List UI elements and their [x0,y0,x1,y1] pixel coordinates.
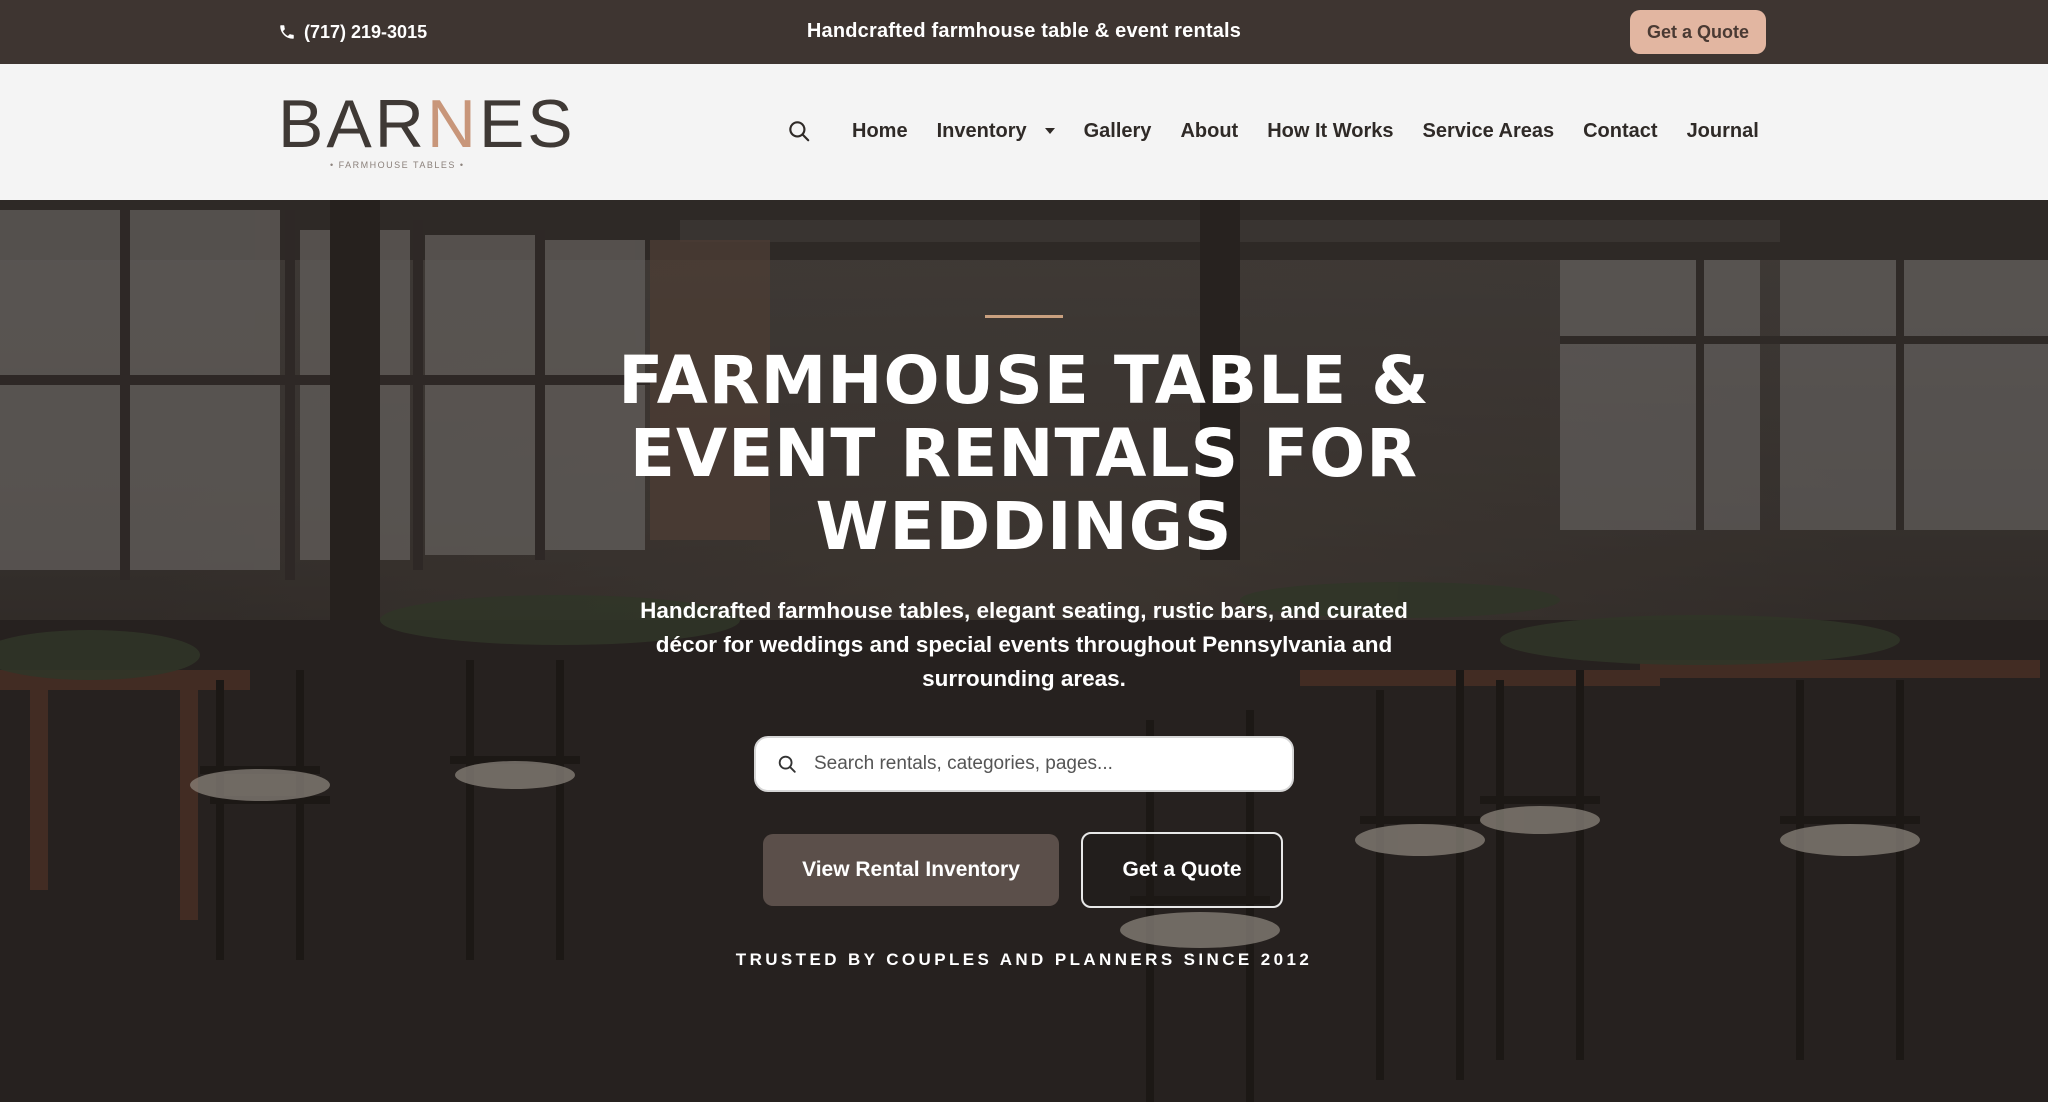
nav-journal[interactable]: Journal [1687,120,1759,143]
view-rental-inventory-button[interactable]: View Rental Inventory [763,834,1059,906]
topbar-get-quote-button[interactable]: Get a Quote [1630,10,1766,54]
search-icon [778,755,796,773]
logo-wordmark: BARNES [278,86,576,162]
top-bar: (717) 219-3015 Handcrafted farmhouse tab… [0,0,2048,64]
nav-contact[interactable]: Contact [1583,120,1657,143]
chevron-down-icon[interactable] [1044,128,1055,134]
logo[interactable]: BARNES • FARMHOUSE TABLES • [278,86,576,178]
nav-gallery[interactable]: Gallery [1084,120,1152,143]
nav-inventory[interactable]: Inventory [937,120,1055,143]
nav-home[interactable]: Home [852,120,908,143]
hero-get-quote-button[interactable]: Get a Quote [1081,832,1283,908]
hero-title: FARMHOUSE TABLE & EVENT RENTALS FOR WEDD… [618,342,1430,565]
site-header: BARNES • FARMHOUSE TABLES • Home Invento… [0,64,2048,200]
nav-how-it-works[interactable]: How It Works [1267,120,1393,143]
hero-section: FARMHOUSE TABLE & EVENT RENTALS FOR WEDD… [0,200,2048,1102]
hero-search-input[interactable] [812,752,1252,776]
nav-about[interactable]: About [1180,120,1238,143]
logo-subtitle: • FARMHOUSE TABLES • [330,160,465,170]
main-nav: Home Inventory Gallery About How It Work… [852,116,1759,146]
hero-accent-line [985,315,1063,318]
hero-search-bar[interactable] [754,736,1294,792]
nav-service-areas[interactable]: Service Areas [1423,120,1555,143]
trusted-tagline: TRUSTED BY COUPLES AND PLANNERS SINCE 20… [735,950,1313,969]
nav-inventory-label: Inventory [936,119,1027,142]
hero-subtitle: Handcrafted farmhouse tables, elegant se… [640,598,1408,691]
search-icon[interactable] [786,118,812,144]
hero-content: FARMHOUSE TABLE & EVENT RENTALS FOR WEDD… [0,200,2048,1102]
